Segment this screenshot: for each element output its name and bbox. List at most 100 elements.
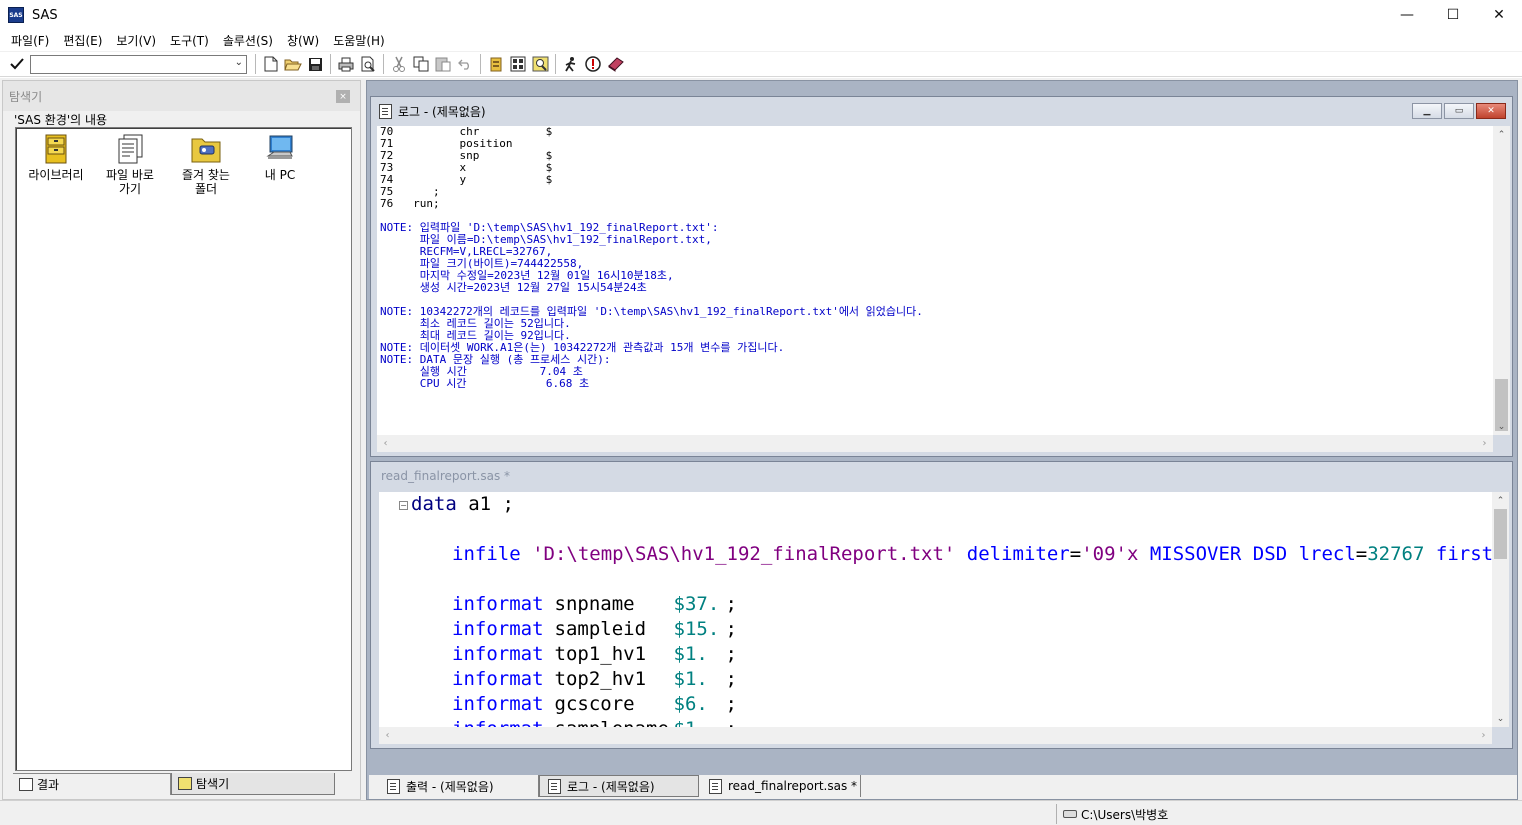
editor-window-title[interactable]: read_finalreport.sas * [371, 462, 1512, 490]
wintab-editor-label: read_finalreport.sas * [728, 779, 858, 793]
tab-results[interactable]: 결과 [13, 773, 171, 795]
code-option: MISSOVER DSD lrecl [1149, 543, 1356, 565]
file-shortcut-icon [114, 134, 146, 164]
submit-run-icon[interactable] [560, 53, 582, 75]
code-line-data: data a1 ; [411, 492, 514, 517]
help-book-icon[interactable] [604, 53, 626, 75]
log-horizontal-scrollbar[interactable]: ‹ › [377, 435, 1493, 452]
title-bar: SAS SAS — ☐ ✕ [0, 0, 1522, 30]
chevron-down-icon[interactable]: ⌄ [235, 57, 243, 68]
main-area: 탐색기 × 'SAS 환경'의 내용 라이브러리 파일 바로 가기 즐겨 찾는 … [0, 78, 1522, 800]
tab-results-label: 결과 [37, 778, 60, 792]
code-format: $15. [673, 618, 720, 640]
break-icon[interactable] [582, 53, 604, 75]
menu-help[interactable]: 도움말(H) [326, 31, 392, 51]
explorer-item-label: 파일 바로 [106, 168, 154, 182]
explorer-item-label: 즐겨 찾는 [182, 168, 230, 182]
wintab-log[interactable]: 로그 - (제목없음) [539, 775, 699, 797]
code-format: $6. [673, 693, 708, 715]
code-text: ; [725, 593, 737, 615]
close-button[interactable]: ✕ [1476, 0, 1522, 30]
log-line: 생성 시간=2023년 12월 27일 15시54분24초 [380, 281, 647, 294]
save-icon[interactable] [304, 53, 326, 75]
editor-window: read_finalreport.sas * − data a1 ; infil… [370, 461, 1513, 749]
editor-vertical-scrollbar[interactable]: ⌃ ⌄ [1492, 492, 1509, 727]
maximize-button[interactable]: ☐ [1430, 0, 1476, 30]
new-library-icon[interactable] [485, 53, 507, 75]
explorer-content-list: 라이브러리 파일 바로 가기 즐겨 찾는 폴더 내 PC [15, 127, 352, 771]
log-close-button[interactable]: ✕ [1476, 103, 1506, 119]
status-bar: C:\Users\박병호 [0, 800, 1522, 825]
explorer-close-icon[interactable]: × [336, 90, 350, 103]
cut-icon[interactable] [388, 53, 410, 75]
wintab-editor[interactable]: read_finalreport.sas * [701, 775, 861, 797]
copy-icon[interactable] [410, 53, 432, 75]
checkmark-icon[interactable] [6, 53, 28, 75]
scroll-down-icon[interactable]: ⌄ [1493, 418, 1510, 435]
explorer-item-libraries[interactable]: 라이브러리 [18, 134, 94, 182]
log-minimize-button[interactable]: ▁ [1412, 103, 1442, 119]
scroll-left-icon[interactable]: ‹ [379, 727, 396, 744]
menu-solutions[interactable]: 솔루션(S) [216, 31, 280, 51]
menu-view[interactable]: 보기(V) [109, 31, 163, 51]
print-icon[interactable] [335, 53, 357, 75]
log-window-titlebar[interactable]: 로그 - (제목없음) ▁ ▭ ✕ [371, 97, 1512, 126]
tab-explorer[interactable]: 탐색기 [171, 773, 335, 795]
explorer-item-file-shortcuts[interactable]: 파일 바로 가기 [92, 134, 168, 196]
scroll-up-icon[interactable]: ⌃ [1492, 492, 1509, 509]
explorer-item-my-pc[interactable]: 내 PC [242, 134, 318, 182]
log-line: 70 chr $ [380, 126, 553, 138]
code-editor[interactable]: − data a1 ; infile 'D:\temp\SAS\hv1_192_… [379, 492, 1492, 742]
code-line-informat: informat top2_hv1 $1.; [452, 667, 737, 692]
log-line: CPU 시간 6.68 초 [380, 377, 590, 390]
log-text-area[interactable]: 70 chr $71 position 72 snp $73 x $74 y $7… [377, 126, 1493, 435]
program-doc-icon [709, 778, 722, 794]
menu-window[interactable]: 창(W) [280, 31, 326, 51]
minimize-button[interactable]: — [1384, 0, 1430, 30]
code-line-informat: informat top1_hv1 $1.; [452, 642, 737, 667]
log-vertical-scrollbar[interactable]: ⌃ ⌄ [1493, 126, 1510, 435]
wintab-output[interactable]: 출력 - (제목없음) [379, 775, 539, 797]
sas-app-icon: SAS [8, 7, 24, 23]
code-variable: top2_hv1 [554, 668, 647, 690]
code-keyword: informat [452, 668, 544, 690]
status-current-directory[interactable]: C:\Users\박병호 [1056, 804, 1410, 824]
code-line-infile: infile 'D:\temp\SAS\hv1_192_finalReport.… [452, 542, 1492, 567]
open-folder-icon[interactable] [282, 53, 304, 75]
new-file-icon[interactable] [260, 53, 282, 75]
document-icon [379, 104, 392, 119]
paste-icon[interactable] [432, 53, 454, 75]
code-text: a1 ; [456, 493, 514, 515]
code-string: 'D:\temp\SAS\hv1_192_finalReport.txt' [532, 543, 956, 565]
workspace: 로그 - (제목없음) ▁ ▭ ✕ 70 chr $71 position 72 … [366, 80, 1518, 800]
fold-toggle-icon[interactable]: − [399, 501, 408, 510]
explorer-icon[interactable] [507, 53, 529, 75]
scroll-right-icon[interactable]: › [1476, 435, 1493, 452]
window-tab-bar: 출력 - (제목없음) 로그 - (제목없음) read_finalreport… [369, 775, 1517, 799]
code-format: $37. [673, 593, 720, 615]
editor-scroll-thumb[interactable] [1494, 509, 1507, 559]
scroll-up-icon[interactable]: ⌃ [1493, 126, 1510, 143]
menu-edit[interactable]: 편집(E) [56, 31, 109, 51]
explorer-item-label-line2: 가기 [118, 182, 142, 196]
code-format: $1. [673, 668, 708, 690]
print-preview-icon[interactable] [357, 53, 379, 75]
code-text: ; [725, 643, 737, 665]
menu-tools[interactable]: 도구(T) [163, 31, 216, 51]
computer-icon [264, 134, 296, 164]
find-icon[interactable] [529, 53, 551, 75]
scroll-left-icon[interactable]: ‹ [377, 435, 394, 452]
code-format: $1. [673, 643, 708, 665]
undo-icon[interactable] [454, 53, 476, 75]
menu-file[interactable]: 파일(F) [4, 31, 56, 51]
command-input[interactable]: ⌄ [30, 54, 247, 74]
scroll-down-icon[interactable]: ⌄ [1492, 710, 1509, 727]
code-text: ; [725, 668, 737, 690]
scroll-right-icon[interactable]: › [1475, 727, 1492, 744]
code-keyword: data [411, 493, 457, 515]
output-doc-icon [387, 778, 400, 794]
explorer-item-favorite-folders[interactable]: 즐겨 찾는 폴더 [168, 134, 244, 196]
log-restore-button[interactable]: ▭ [1444, 103, 1474, 119]
explorer-tabs: 결과 탐색기 [13, 773, 357, 797]
editor-horizontal-scrollbar[interactable]: ‹ › [379, 727, 1492, 744]
